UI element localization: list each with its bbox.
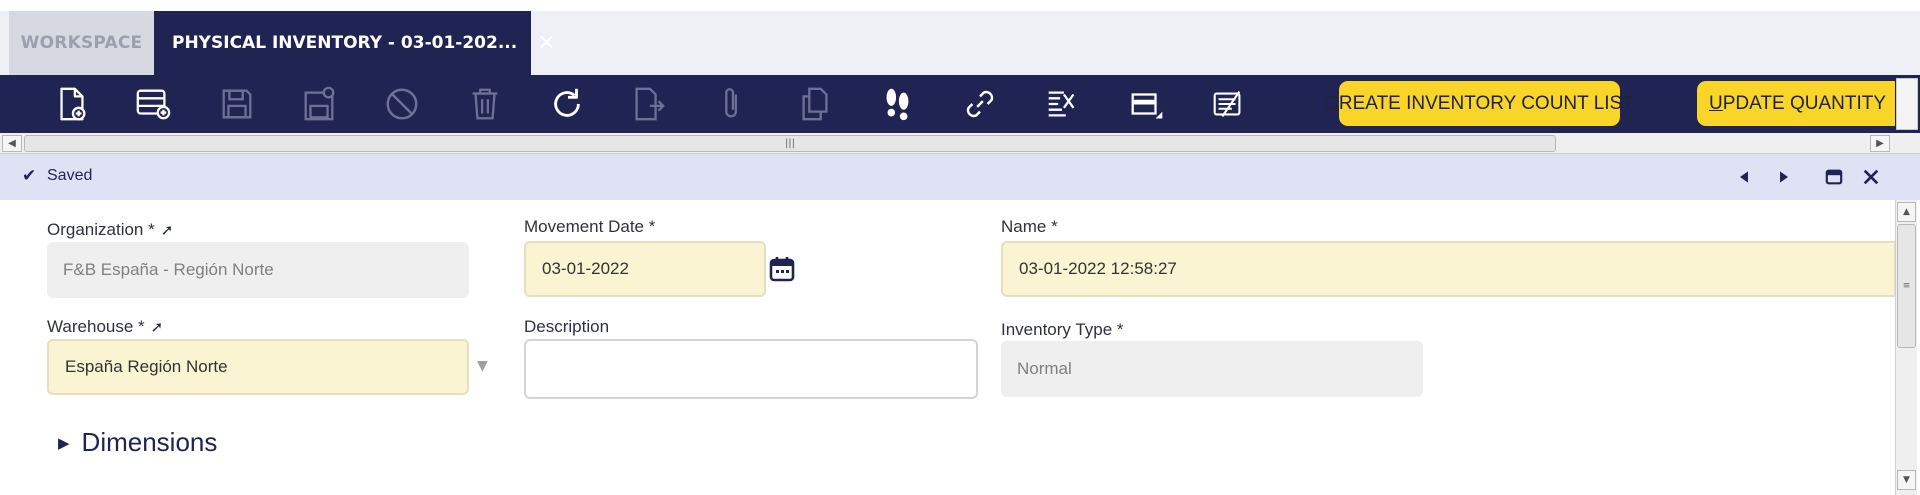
name-field[interactable]: 03-01-2022 12:58:27 xyxy=(1001,241,1896,297)
notes-icon[interactable] xyxy=(1208,84,1248,124)
clone-icon[interactable] xyxy=(795,84,835,124)
status-text: Saved xyxy=(47,167,93,184)
organization-label-text: Organization * xyxy=(47,220,155,239)
description-field[interactable] xyxy=(524,339,978,399)
vertical-scroll-thumb[interactable]: ≡ xyxy=(1897,224,1916,348)
movement-date-field[interactable]: 03-01-2022 xyxy=(524,241,766,297)
save-icon[interactable] xyxy=(217,84,257,124)
export-icon[interactable] xyxy=(628,84,668,124)
warehouse-field[interactable]: España Región Norte xyxy=(47,339,469,395)
refresh-icon[interactable] xyxy=(547,84,587,124)
tab-workspace-label: WORKSPACE xyxy=(20,33,143,53)
grid-toggle-icon[interactable] xyxy=(1126,84,1166,124)
warehouse-label: Warehouse * ➚ xyxy=(47,317,163,337)
create-count-label: REATE INVENTORY COUNT LIST xyxy=(1338,92,1634,114)
tab-bar: WORKSPACE PHYSICAL INVENTORY - 03-01-202… xyxy=(0,11,1920,75)
maximize-icon[interactable] xyxy=(1823,166,1845,188)
scroll-left-icon[interactable]: ◀ xyxy=(2,135,22,152)
tab-workspace[interactable]: WORKSPACE xyxy=(9,11,154,75)
update-qty-label: PDATE QUANTITY xyxy=(1722,92,1887,114)
movement-date-label: Movement Date * xyxy=(524,217,656,236)
name-label: Name * xyxy=(1001,217,1058,236)
create-inventory-count-list-button[interactable]: C REATE INVENTORY COUNT LIST xyxy=(1325,81,1634,126)
chevron-down-icon[interactable]: ▼ xyxy=(477,358,488,374)
next-record-icon[interactable] xyxy=(1773,166,1795,188)
toolbar: C REATE INVENTORY COUNT LIST U PDATE QUANT… xyxy=(0,75,1920,133)
inventory-type-label: Inventory Type * xyxy=(1001,320,1124,339)
audit-trail-icon[interactable] xyxy=(877,84,917,124)
print-icon[interactable] xyxy=(1042,84,1082,124)
warehouse-label-text: Warehouse * xyxy=(47,317,145,336)
link-icon[interactable] xyxy=(960,84,1000,124)
tab-physical-inventory[interactable]: PHYSICAL INVENTORY - 03-01-202... × xyxy=(154,11,556,75)
attachment-icon[interactable] xyxy=(712,84,752,124)
tab-physical-inventory-label: PHYSICAL INVENTORY - 03-01-202... xyxy=(172,33,518,53)
organization-field[interactable]: F&B España - Región Norte xyxy=(47,242,469,298)
horizontal-scrollbar[interactable]: ◀ ||| ▶ xyxy=(0,133,1920,154)
link-arrow-icon[interactable]: ➚ xyxy=(161,221,174,239)
check-icon: ✔ xyxy=(22,166,37,186)
update-quantity-button[interactable]: U PDATE QUANTITY xyxy=(1697,81,1895,126)
close-tab-icon[interactable]: × xyxy=(537,32,555,54)
link-arrow-icon[interactable]: ➚ xyxy=(151,318,164,336)
dimensions-section-toggle[interactable]: ▶ Dimensions xyxy=(58,427,217,458)
calendar-icon[interactable] xyxy=(768,255,796,283)
status-bar: ✔ Saved xyxy=(0,154,1920,200)
update-qty-mnemonic: U xyxy=(1709,92,1723,114)
caret-right-icon: ▶ xyxy=(58,433,70,452)
scroll-up-icon[interactable]: ▲ xyxy=(1897,202,1916,222)
scroll-right-icon[interactable]: ▶ xyxy=(1870,135,1890,152)
previous-record-icon[interactable] xyxy=(1733,166,1755,188)
create-count-mnemonic: C xyxy=(1325,92,1339,114)
toolbar-scrollbar[interactable] xyxy=(1896,78,1918,130)
horizontal-scroll-thumb[interactable]: ||| xyxy=(24,135,1556,152)
vertical-scrollbar[interactable]: ▲ ≡ ▼ xyxy=(1895,200,1917,495)
delete-icon[interactable] xyxy=(465,84,505,124)
cancel-icon[interactable] xyxy=(382,84,422,124)
dimensions-heading: Dimensions xyxy=(81,427,218,457)
organization-label: Organization * ➚ xyxy=(47,220,173,240)
inventory-type-field[interactable]: Normal xyxy=(1001,341,1423,397)
close-form-icon[interactable] xyxy=(1860,166,1882,188)
new-row-icon[interactable] xyxy=(133,84,173,124)
scroll-down-icon[interactable]: ▼ xyxy=(1897,470,1916,490)
new-document-icon[interactable] xyxy=(52,84,92,124)
description-label: Description xyxy=(524,317,610,336)
app-window: WORKSPACE PHYSICAL INVENTORY - 03-01-202… xyxy=(0,0,1920,495)
save-close-icon[interactable] xyxy=(299,84,339,124)
